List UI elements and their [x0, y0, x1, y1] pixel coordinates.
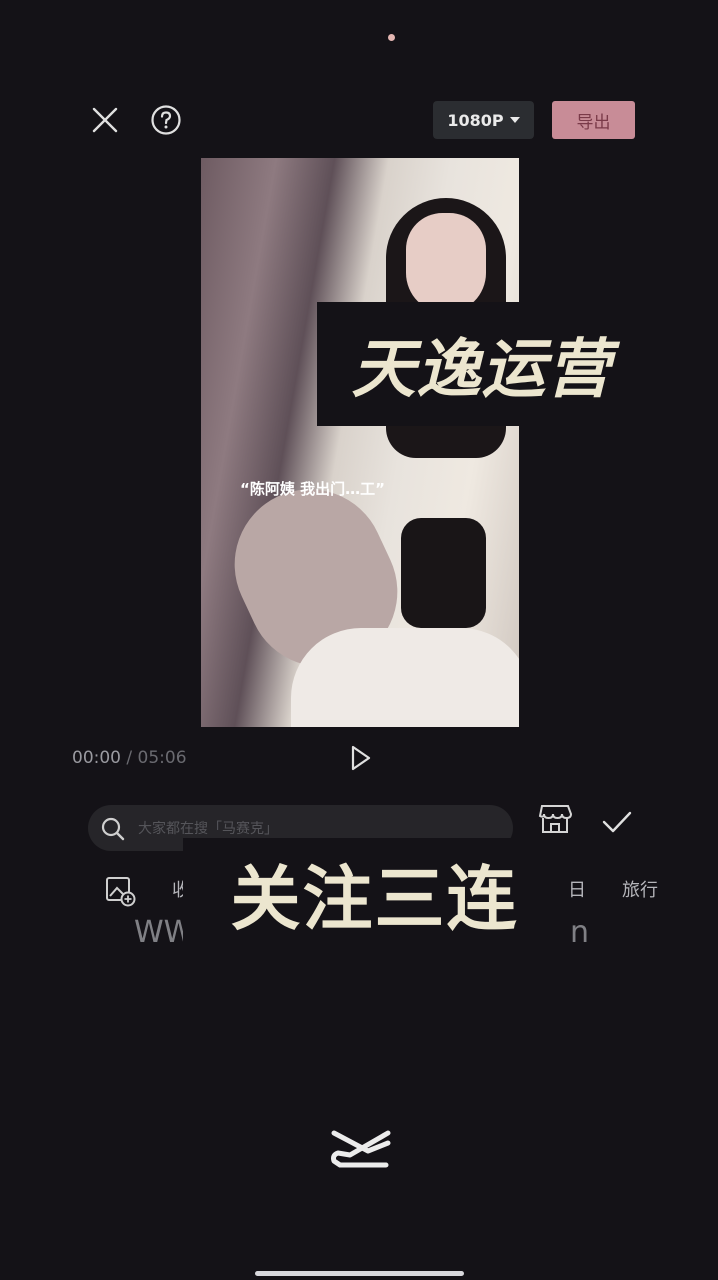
caret-down-icon: [509, 117, 520, 123]
capcut-logo: [330, 1125, 392, 1175]
search-icon: [101, 817, 125, 841]
image-add-icon: [106, 877, 136, 907]
search-placeholder: 大家都在搜「马赛克」: [138, 821, 278, 837]
watermark-top-text: 天逸运营: [351, 333, 612, 407]
play-button[interactable]: [344, 742, 376, 778]
time-separator: /: [126, 748, 133, 768]
store-button[interactable]: [537, 803, 573, 839]
category-tab-partial-right[interactable]: 日: [568, 876, 586, 902]
home-indicator: [255, 1271, 464, 1276]
check-icon: [602, 811, 632, 833]
status-dot: [388, 34, 395, 41]
help-icon[interactable]: [146, 100, 186, 140]
capcut-logo-icon: [331, 1130, 391, 1168]
confirm-button[interactable]: [600, 808, 634, 840]
total-duration: 05:06: [137, 748, 187, 768]
watermark-bottom-text: 关注三连: [230, 857, 519, 940]
current-time: 00:00: [72, 748, 121, 768]
resolution-dropdown[interactable]: 1080P: [433, 101, 534, 139]
category-tab-travel[interactable]: 旅行: [622, 876, 658, 902]
resolution-label: 1080P: [447, 110, 504, 130]
image-sticker-tab[interactable]: [104, 875, 138, 911]
video-figure-face: [406, 213, 486, 313]
export-button[interactable]: 导出: [552, 101, 635, 139]
watermark-bottom: 关注三连: [183, 838, 566, 948]
video-handbag: [401, 518, 486, 628]
partial-text-right: n: [570, 915, 590, 950]
export-label: 导出: [576, 112, 611, 133]
watermark-top: 天逸运营: [317, 302, 646, 426]
video-sofa: [291, 628, 519, 727]
playback-time: 00:00 / 05:06: [72, 748, 187, 768]
close-icon[interactable]: [85, 100, 125, 140]
play-icon: [351, 745, 371, 771]
store-icon: [538, 805, 573, 833]
video-preview[interactable]: [201, 158, 519, 727]
video-subtitle: “陈阿姨 我出门…工”: [240, 480, 385, 498]
